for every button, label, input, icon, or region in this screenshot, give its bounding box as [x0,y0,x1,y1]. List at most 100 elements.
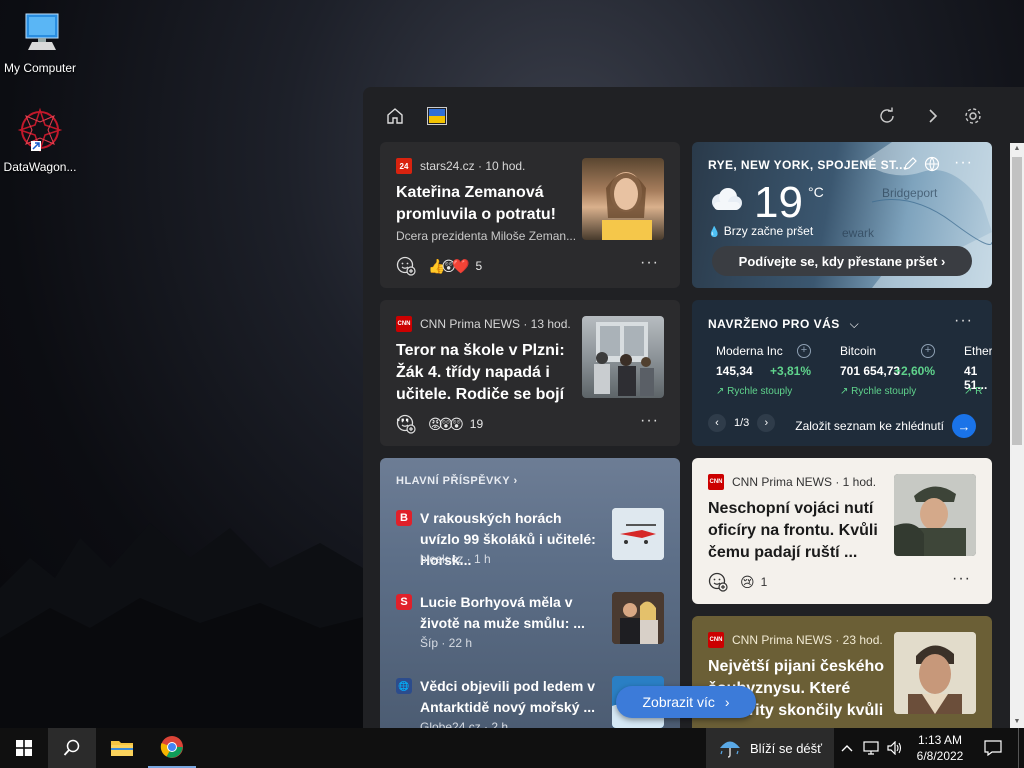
folder-icon [111,741,133,756]
stock-item-ether[interactable]: Ether 41 51... ↗ R [956,344,992,404]
news-thumbnail[interactable] [582,316,664,398]
more-options-button[interactable]: ··· [954,312,973,330]
temperature-unit: °C [808,184,824,200]
chevron-up-icon[interactable] [838,728,856,768]
story-thumbnail [612,508,664,560]
news-thumbnail[interactable] [582,158,664,240]
more-options-button[interactable]: ··· [640,254,659,272]
taskbar: Blíží se déšť 1:13 AM 6/8/2022 [0,728,1024,768]
weather-location: RYE, NEW YORK, SPOJENÉ ST... [708,158,907,172]
rain-forecast-button[interactable]: Podívejte se, kdy přestane pršet › [712,246,972,276]
stocks-pager: ‹ 1/3 › [708,414,776,432]
story-thumbnail [612,592,664,644]
rain-forecast-label: Podívejte se, kdy přestane pršet [738,253,938,269]
add-reaction-icon[interactable] [396,256,416,276]
widgets-scrollbar[interactable]: ▲ ▼ [1010,143,1024,728]
add-reaction-icon[interactable] [708,572,728,592]
volume-icon[interactable] [884,728,906,768]
desktop-icon-my-computer[interactable]: My Computer [0,10,80,75]
search-button[interactable] [48,728,96,768]
reaction-count: 1 [760,575,768,589]
source-logo: B [396,510,412,526]
flag-icon[interactable] [425,104,449,128]
edit-icon[interactable] [902,156,918,172]
chevron-right-icon: › [940,253,946,269]
news-thumbnail[interactable] [894,474,976,556]
top-stories-header[interactable]: HLAVNÍ PŘÍSPĚVKY › [396,475,518,487]
widgets-toolbar [363,87,1024,143]
datawagon-icon [0,107,80,156]
story-meta: Šíp · 22 h [420,636,473,650]
scrollbar-thumb[interactable] [1012,157,1022,445]
add-stock-icon[interactable]: + [797,344,811,358]
story-headline: Vědci objevili pod ledem v Antarktidě no… [420,678,596,715]
news-thumbnail[interactable] [894,632,976,714]
windows-icon [16,740,32,756]
settings-icon[interactable] [961,104,985,128]
add-stock-icon[interactable]: + [921,344,935,358]
show-more-button[interactable]: Zobrazit víc › [616,686,756,718]
file-explorer-button[interactable] [98,728,146,768]
mountain-silhouette [0,523,380,728]
chrome-button[interactable] [148,728,196,768]
refresh-icon[interactable] [875,104,899,128]
show-desktop-button[interactable] [1018,728,1024,768]
clock[interactable]: 1:13 AM 6/8/2022 [908,728,972,768]
forward-icon[interactable] [921,104,945,128]
story-meta: Globe24.cz · 2 h [420,720,509,728]
news-headline[interactable]: Neschopní vojáci nutí oficíry na frontu.… [708,498,888,564]
create-watchlist[interactable]: Založit seznam ke zhlédnutí → [795,414,976,438]
clock-time: 1:13 AM [917,733,963,747]
chevron-right-icon[interactable]: › [757,414,776,432]
stock-name: Moderna Inc [716,344,783,358]
scroll-up-icon[interactable]: ▲ [1010,143,1024,155]
stock-item-bitcoin[interactable]: Bitcoin + 701 654,73 +2,60% ↗ Rychle sto… [832,344,947,404]
story-meta: blesk.cz · 1 h [420,552,491,566]
stock-change: +3,81% [769,364,811,378]
news-headline[interactable]: Kateřina Zemanová promluvila o potratu! [396,182,576,226]
notification-icon[interactable] [976,728,1010,768]
stock-name: Bitcoin [840,344,877,358]
weather-widget-label: Blíží se déšť [749,740,823,756]
news-card-stars24[interactable]: 24 stars24.cz · 10 hod. Kateřina Zemanov… [380,142,680,288]
weather-widget-button[interactable]: Blíží se déšť [706,728,834,768]
reaction-count: 5 [475,259,483,273]
weather-condition-text: Brzy začne pršet [723,224,814,238]
network-icon[interactable] [860,728,882,768]
scroll-down-icon[interactable]: ▼ [1010,716,1024,728]
chrome-icon [160,736,183,758]
desktop-icon-label: My Computer [3,61,77,75]
start-button[interactable] [0,728,48,768]
stock-trend-label: Rychle stouply [851,386,917,397]
stock-trend: ↗ Rychle stouply [716,386,793,397]
chevron-down-icon: ⌵ [849,317,860,331]
arrow-right-icon[interactable]: → [952,414,976,438]
source-text: stars24.cz · 10 hod. [420,159,526,173]
source-logo: 24 [396,158,412,174]
stock-price: 701 654,73 [840,364,901,378]
desktop-icon-label: DataWagon... [3,160,77,174]
more-options-button[interactable]: ··· [954,154,973,172]
stocks-title[interactable]: NAVRŽENO PRO VÁS ⌵ [708,317,859,332]
reaction-emojis: 👍😲❤️ [428,257,470,274]
more-options-button[interactable]: ··· [952,570,971,588]
weather-card[interactable]: Bridgeport ewark RYE, NEW YORK, SPOJENÉ … [692,142,992,288]
widgets-panel: 24 stars24.cz · 10 hod. Kateřina Zemanov… [363,87,1024,728]
more-options-button[interactable]: ··· [640,412,659,430]
source-logo: CNN [708,474,724,490]
globe-icon[interactable] [924,156,940,172]
stock-item-moderna[interactable]: Moderna Inc + 145,34 +3,81% ↗ Rychle sto… [708,344,823,404]
news-card-cnn-soldiers[interactable]: CNN CNN Prima NEWS · 1 hod. Neschopní vo… [692,458,992,604]
add-reaction-icon[interactable] [396,414,416,434]
news-card-cnn-school[interactable]: CNN CNN Prima NEWS · 13 hod. Teror na šk… [380,300,680,446]
cloud-icon [712,188,742,210]
home-icon[interactable] [383,104,407,128]
temperature: 19 [754,178,803,227]
story-headline: Lucie Borhyová měla v životě na muže smů… [420,594,585,631]
desktop-icon-datawagon[interactable]: DataWagon... [0,107,80,174]
search-icon [63,739,80,756]
umbrella-icon [719,741,740,758]
chevron-left-icon[interactable]: ‹ [708,414,726,432]
stocks-card[interactable]: NAVRŽENO PRO VÁS ⌵ ··· Moderna Inc + 145… [692,300,992,446]
source-logo: CNN [396,316,412,332]
